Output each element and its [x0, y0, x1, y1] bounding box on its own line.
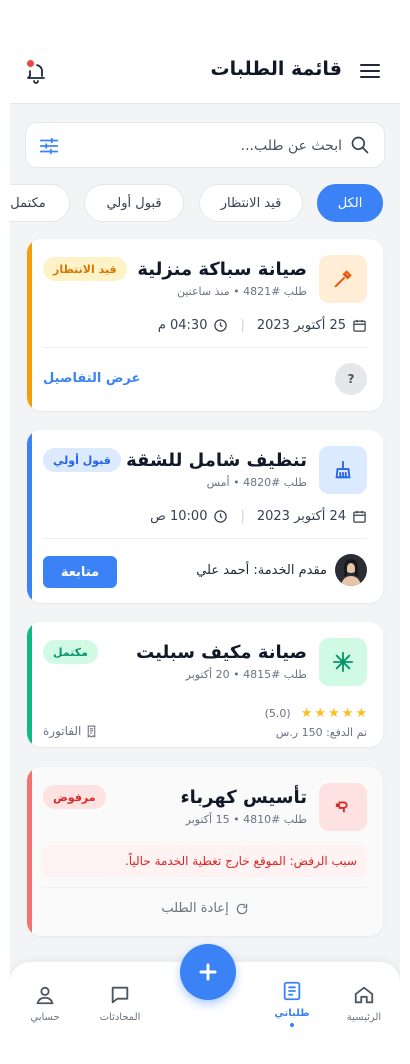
- separator: |: [240, 508, 245, 524]
- menu-icon[interactable]: [360, 64, 380, 80]
- nav-home-label: الرئيسية: [346, 1012, 382, 1023]
- search-bar: [25, 122, 385, 168]
- invoice-label: الفاتورة: [43, 724, 82, 738]
- chip-initial-accept[interactable]: قبول أولي: [84, 184, 184, 222]
- status-badge: قيد الانتظار: [43, 257, 127, 281]
- filter-chips: الكل قيد الانتظار قبول أولي مكتمل: [10, 184, 400, 224]
- nav-account-label: حسابي: [30, 1012, 60, 1023]
- add-order-button[interactable]: [180, 944, 236, 1000]
- star-icon: ★: [328, 706, 340, 721]
- invoice-link[interactable]: الفاتورة: [43, 724, 98, 738]
- star-icon: ★: [314, 706, 327, 721]
- receipt-icon: [88, 725, 96, 738]
- calendar-icon: [353, 319, 366, 332]
- order-title: تنظيف شامل للشقة: [126, 450, 307, 471]
- home-icon: [354, 986, 374, 1004]
- follow-up-button[interactable]: متابعة: [43, 556, 117, 588]
- page-title: قائمة الطلبات: [210, 58, 342, 80]
- help-button[interactable]: ?: [335, 363, 367, 395]
- divider: [43, 538, 367, 539]
- plus-icon: [199, 963, 217, 981]
- chip-all[interactable]: الكل: [317, 184, 383, 222]
- star-icon: ★: [300, 706, 313, 721]
- order-title: تأسيس كهرباء: [180, 787, 307, 808]
- status-stripe: [27, 430, 32, 603]
- order-schedule: 24 أكتوبر 2023 | 10:00 ص: [150, 506, 367, 526]
- nav-orders-label: طلباتي: [274, 1008, 310, 1019]
- clock-icon: [214, 318, 228, 332]
- notification-bell-icon[interactable]: [24, 60, 48, 84]
- app-header: قائمة الطلبات: [10, 40, 400, 104]
- rejection-reason: سبب الرفض: الموقع خارج تغطية الخدمة حالي…: [43, 845, 367, 877]
- reorder-label: إعادة الطلب: [161, 901, 229, 916]
- view-details-link[interactable]: عرض التفاصيل: [43, 371, 140, 386]
- order-time: 04:30 م: [157, 317, 208, 333]
- cleaning-broom-icon: [319, 446, 367, 494]
- nav-orders[interactable]: طلباتي: [262, 980, 322, 1027]
- rating-value: (5.0): [264, 707, 291, 720]
- order-card-plumbing[interactable]: صيانة سباكة منزلية طلب #4821 • منذ ساعتي…: [27, 239, 383, 411]
- rating-stars: ★ ★ ★ ★ ★ (5.0): [265, 706, 367, 721]
- clock-icon: [214, 509, 228, 523]
- status-badge: مكتمل: [43, 640, 98, 664]
- refresh-icon: [236, 903, 247, 914]
- order-card-electrical[interactable]: تأسيس كهرباء طلب #4810 • 15 أكتوبر مرفوض…: [27, 767, 383, 936]
- service-provider: مقدم الخدمة: أحمد علي: [196, 554, 367, 586]
- avatar: [335, 554, 367, 586]
- nav-account[interactable]: حسابي: [15, 984, 75, 1023]
- user-icon: [36, 986, 54, 1005]
- active-indicator-dot: [290, 1023, 294, 1027]
- status-badge: قبول أولي: [43, 448, 121, 472]
- order-date: 24 أكتوبر 2023: [256, 508, 346, 524]
- divider: [43, 887, 367, 888]
- calendar-icon: [353, 510, 366, 523]
- status-stripe: [27, 239, 32, 411]
- filter-sliders-icon[interactable]: [38, 135, 60, 157]
- chip-pending[interactable]: قيد الانتظار: [199, 184, 303, 222]
- chip-completed[interactable]: مكتمل: [10, 184, 70, 222]
- order-schedule: 25 أكتوبر 2023 | 04:30 م: [158, 315, 367, 335]
- snowflake-icon: [319, 638, 367, 686]
- divider: [43, 347, 367, 348]
- order-title: صيانة مكيف سبليت: [136, 642, 307, 663]
- status-stripe: [27, 622, 32, 747]
- separator: |: [240, 317, 245, 333]
- order-card-ac[interactable]: صيانة مكيف سبليت طلب #4815 • 20 أكتوبر م…: [27, 622, 383, 747]
- nav-home[interactable]: الرئيسية: [334, 984, 394, 1023]
- order-subtitle: طلب #4820 • أمس: [206, 476, 307, 489]
- search-icon: [351, 136, 369, 154]
- plumbing-wrench-icon: [319, 255, 367, 303]
- order-subtitle: طلب #4815 • 20 أكتوبر: [185, 668, 307, 681]
- reorder-button[interactable]: إعادة الطلب: [27, 901, 383, 916]
- order-time: 10:00 ص: [150, 508, 208, 524]
- nav-chats-label: المحادثات: [99, 1012, 141, 1023]
- orders-list-icon: [283, 981, 301, 1001]
- plug-icon: [319, 783, 367, 831]
- order-subtitle: طلب #4821 • منذ ساعتين: [176, 285, 307, 298]
- app-screen: قائمة الطلبات الكل قيد الانتظار قبول أول…: [10, 40, 400, 1050]
- star-icon: ★: [341, 706, 354, 721]
- order-subtitle: طلب #4810 • 15 أكتوبر: [185, 813, 307, 826]
- search-input[interactable]: [92, 133, 342, 159]
- order-title: صيانة سباكة منزلية: [137, 259, 307, 280]
- order-date: 25 أكتوبر 2023: [256, 317, 346, 333]
- status-badge: مرفوض: [43, 785, 106, 809]
- notification-dot: [27, 60, 34, 67]
- nav-chats[interactable]: المحادثات: [90, 984, 150, 1023]
- provider-name: مقدم الخدمة: أحمد علي: [196, 562, 327, 578]
- payment-status: تم الدفع: 150 ر.س: [275, 726, 367, 739]
- chat-bubble-icon: [111, 986, 129, 1004]
- order-card-cleaning[interactable]: تنظيف شامل للشقة طلب #4820 • أمس قبول أو…: [27, 430, 383, 603]
- star-icon: ★: [355, 706, 367, 721]
